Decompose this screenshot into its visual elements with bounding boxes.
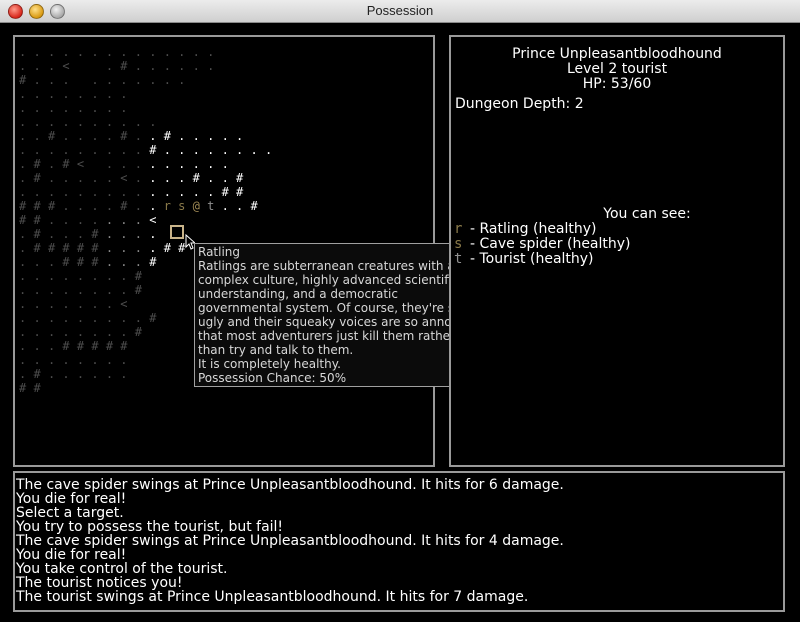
map-row: # # # . . . . # . . r s @ t . . #: [19, 199, 258, 213]
message-log-panel: The cave spider swings at Prince Unpleas…: [13, 471, 785, 612]
log-line: You die for real!: [16, 547, 127, 563]
map-row: . # . # < . . . . . . . . .: [19, 157, 229, 171]
creature-description: - Tourist (healthy): [470, 251, 594, 267]
log-line: You die for real!: [16, 491, 127, 507]
message-log: The cave spider swings at Prince Unpleas…: [16, 478, 564, 604]
log-line: The cave spider swings at Prince Unpleas…: [16, 533, 564, 549]
creature-glyph: r: [454, 221, 463, 237]
map-row: . . . < . # . . . . . .: [19, 59, 215, 73]
visible-creature-item: r - Ratling (healthy): [454, 222, 597, 237]
map-row: . . . . . . . .: [19, 101, 128, 115]
map-row: . . . . . . . . . # . . . . . . . .: [19, 143, 273, 157]
window-title: Possession: [366, 3, 434, 18]
title-bar: Possession: [0, 0, 800, 23]
log-line: You take control of the tourist.: [16, 561, 228, 577]
map-row: . . # . . . . # . . # . . . . .: [19, 129, 244, 143]
log-line: The tourist swings at Prince Unpleasantb…: [16, 589, 529, 605]
target-cursor: [170, 225, 184, 239]
map-row: # . . . . . . . . . .: [19, 73, 186, 87]
creature-glyph: s: [454, 236, 463, 252]
creature-description: - Ratling (healthy): [470, 221, 597, 237]
visible-creature-item: t - Tourist (healthy): [454, 252, 594, 267]
status-panel: Prince Unpleasantbloodhound Level 2 tour…: [449, 35, 785, 467]
log-line: You try to possess the tourist, but fail…: [16, 519, 284, 535]
creature-description: - Cave spider (healthy): [470, 236, 631, 252]
map-row: . # . . . # . . . .: [19, 227, 157, 241]
dungeon-depth: Dungeon Depth: 2: [455, 96, 584, 112]
character-hp: HP: 53/60: [582, 76, 652, 92]
map-row: . . . . . . . . . .: [19, 115, 157, 129]
log-line: The cave spider swings at Prince Unpleas…: [16, 477, 564, 493]
map-row: . . . . . . . . . . . . . . # #: [19, 185, 244, 199]
you-can-see-heading: You can see:: [603, 206, 691, 222]
visible-creature-item: s - Cave spider (healthy): [454, 237, 631, 252]
map-panel[interactable]: . . . . . . . . . . . . . .. . . < . # .…: [13, 35, 498, 467]
map-row: . . . . . . . . . . . . . .: [19, 45, 215, 59]
character-level: Level 2 tourist: [566, 61, 668, 77]
map-row: # # . . . . . . . <: [19, 213, 157, 227]
log-line: Select a target.: [16, 505, 124, 521]
map-row: . # . . . . . < . . . . # . . #: [19, 171, 244, 185]
character-name: Prince Unpleasantbloodhound: [512, 46, 722, 62]
creature-glyph: t: [454, 251, 463, 267]
map-row: . . . . . . . .: [19, 87, 128, 101]
log-line: The tourist notices you!: [16, 575, 183, 591]
